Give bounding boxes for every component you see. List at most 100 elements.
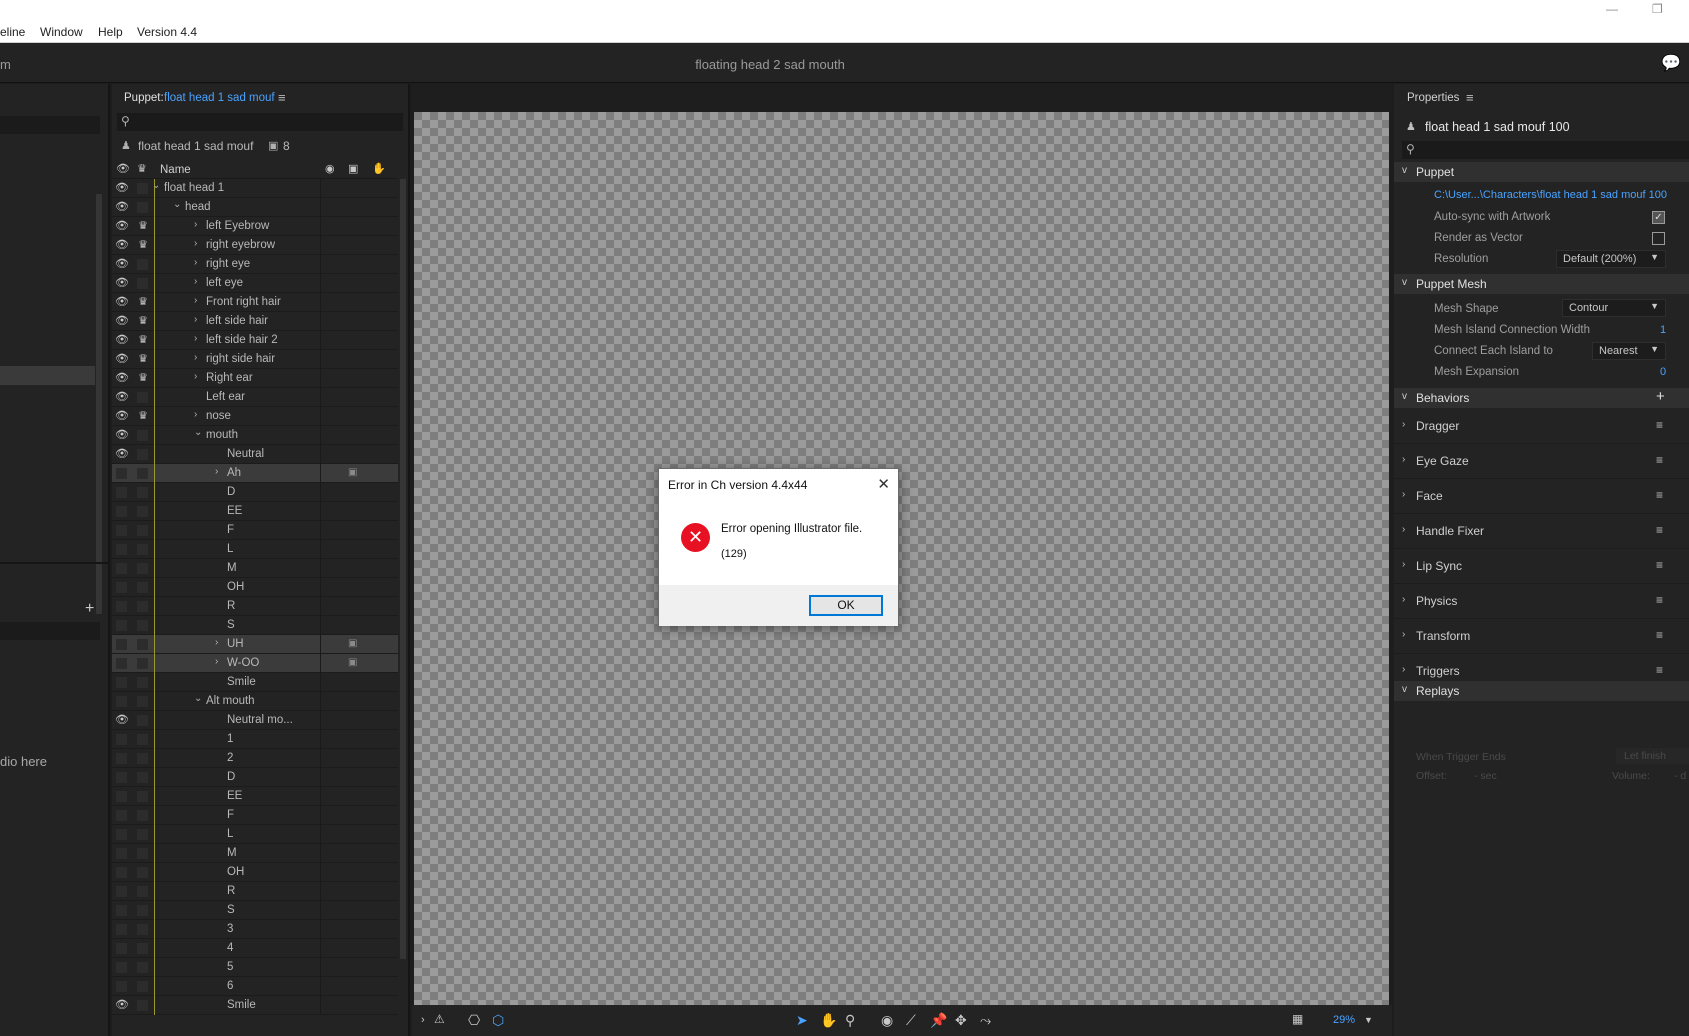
behavior-physics[interactable]: › Physics ≡: [1394, 584, 1689, 619]
eye-icon[interactable]: 👁: [115, 257, 129, 271]
menu-version[interactable]: Version 4.4: [137, 25, 197, 39]
project-scrollbar[interactable]: [96, 194, 102, 614]
tag-icon[interactable]: ▣: [348, 638, 357, 649]
zoom-chevron-down-icon[interactable]: ▼: [1364, 1015, 1373, 1025]
independent-toggle[interactable]: [137, 525, 148, 536]
audio-search-input[interactable]: [0, 622, 100, 640]
visibility-toggle[interactable]: [116, 525, 127, 536]
eye-icon[interactable]: 👁: [115, 276, 129, 290]
independent-toggle[interactable]: [137, 601, 148, 612]
independent-toggle[interactable]: [137, 582, 148, 593]
layer-row[interactable]: R: [112, 597, 398, 616]
pin-tool-icon[interactable]: 📌: [930, 1012, 947, 1029]
independent-toggle[interactable]: [137, 905, 148, 916]
layer-row[interactable]: 👁 ⌄ float head 1: [112, 179, 398, 198]
layer-row[interactable]: 👁 ⌄ head: [112, 198, 398, 217]
layer-row[interactable]: 👁 ♛ › Right ear: [112, 369, 398, 388]
behavior-lip-sync[interactable]: › Lip Sync ≡: [1394, 549, 1689, 584]
eye-icon[interactable]: 👁: [115, 447, 129, 461]
behavior-menu-icon[interactable]: ≡: [1656, 523, 1663, 537]
eye-icon[interactable]: 👁: [115, 352, 129, 366]
mesh-icon[interactable]: ⬡: [492, 1012, 504, 1029]
chevron-right-icon[interactable]: ›: [194, 257, 197, 268]
visibility-toggle[interactable]: [116, 810, 127, 821]
let-finish-dropdown[interactable]: Let finish: [1616, 748, 1689, 764]
layer-row[interactable]: D: [112, 768, 398, 787]
layer-row[interactable]: 👁 ♛ › left side hair: [112, 312, 398, 331]
eye-icon[interactable]: 👁: [115, 181, 129, 195]
visibility-toggle[interactable]: [116, 848, 127, 859]
properties-search-input[interactable]: ⚲: [1402, 141, 1689, 159]
behavior-menu-icon[interactable]: ≡: [1656, 558, 1663, 572]
independent-toggle[interactable]: [137, 753, 148, 764]
warning-icon[interactable]: ⚠: [434, 1012, 445, 1026]
independent-toggle[interactable]: [137, 943, 148, 954]
handle-tool-icon[interactable]: ✥: [955, 1012, 967, 1029]
eye-icon[interactable]: 👁: [115, 390, 129, 404]
render-vector-checkbox[interactable]: [1652, 232, 1665, 245]
add-audio-button[interactable]: +: [85, 600, 94, 618]
tag-icon[interactable]: ▣: [348, 467, 357, 478]
independent-toggle[interactable]: [137, 392, 148, 403]
chat-icon[interactable]: 💬: [1661, 53, 1681, 73]
layer-row[interactable]: 👁 ♛ › Front right hair: [112, 293, 398, 312]
chevron-right-icon[interactable]: ›: [194, 276, 197, 287]
visibility-toggle[interactable]: [116, 734, 127, 745]
chevron-right-icon[interactable]: ›: [194, 295, 197, 306]
eye-icon[interactable]: 👁: [115, 200, 129, 214]
chevron-right-icon[interactable]: ›: [1402, 419, 1405, 430]
visibility-toggle[interactable]: [116, 544, 127, 555]
independent-toggle[interactable]: [137, 1000, 148, 1011]
transparency-toggle-icon[interactable]: ▦: [1292, 1012, 1303, 1026]
select-tool-icon[interactable]: ➤: [796, 1012, 808, 1029]
crown-icon[interactable]: ♛: [136, 409, 150, 423]
layer-row[interactable]: F: [112, 806, 398, 825]
visibility-toggle[interactable]: [116, 829, 127, 840]
visibility-toggle[interactable]: [116, 601, 127, 612]
zoom-level[interactable]: 29%: [1333, 1014, 1355, 1026]
independent-toggle[interactable]: [137, 696, 148, 707]
layer-row[interactable]: 👁 ♛ › right side hair: [112, 350, 398, 369]
layer-row[interactable]: 👁 ⌄ mouth: [112, 426, 398, 445]
dangle-tool-icon[interactable]: ⤳: [980, 1012, 991, 1029]
behavior-menu-icon[interactable]: ≡: [1656, 593, 1663, 607]
chevron-down-icon[interactable]: ⌄: [152, 180, 160, 191]
visibility-toggle[interactable]: [116, 639, 127, 650]
independent-toggle[interactable]: [137, 962, 148, 973]
layer-row[interactable]: 👁 Smile: [112, 996, 398, 1015]
layer-row[interactable]: M: [112, 559, 398, 578]
independent-toggle[interactable]: [137, 886, 148, 897]
eye-icon[interactable]: 👁: [115, 998, 129, 1012]
zoom-tool-icon[interactable]: ⚲: [845, 1012, 855, 1029]
behavior-handle-fixer[interactable]: › Handle Fixer ≡: [1394, 514, 1689, 549]
menu-window[interactable]: Window: [40, 25, 83, 39]
layer-row[interactable]: 👁 Left ear: [112, 388, 398, 407]
independent-toggle[interactable]: [137, 981, 148, 992]
chevron-right-icon[interactable]: ›: [1402, 629, 1405, 640]
visibility-toggle[interactable]: [116, 962, 127, 973]
section-puppet[interactable]: v Puppet: [1394, 162, 1689, 182]
chevron-right-icon[interactable]: ›: [1402, 454, 1405, 465]
layer-row[interactable]: L: [112, 540, 398, 559]
chevron-right-icon[interactable]: ›: [1402, 594, 1405, 605]
layer-row[interactable]: F: [112, 521, 398, 540]
independent-toggle[interactable]: [137, 658, 148, 669]
independent-toggle[interactable]: [137, 867, 148, 878]
layer-row[interactable]: 6: [112, 977, 398, 996]
eye-icon[interactable]: 👁: [115, 428, 129, 442]
layer-row[interactable]: 👁 › right eye: [112, 255, 398, 274]
independent-toggle[interactable]: [137, 487, 148, 498]
puppet-search-input[interactable]: ⚲: [117, 113, 403, 131]
hand-tool-icon[interactable]: ✋: [820, 1012, 837, 1029]
crown-icon[interactable]: ♛: [136, 352, 150, 366]
independent-toggle[interactable]: [137, 506, 148, 517]
layer-scrollbar[interactable]: [400, 179, 406, 959]
visibility-toggle[interactable]: [116, 886, 127, 897]
visibility-toggle[interactable]: [116, 905, 127, 916]
behavior-face[interactable]: › Face ≡: [1394, 479, 1689, 514]
puppet-file-path-link[interactable]: C:\User...\Characters\float head 1 sad m…: [1434, 189, 1667, 201]
behavior-menu-icon[interactable]: ≡: [1656, 488, 1663, 502]
chevron-right-icon[interactable]: ›: [215, 466, 218, 477]
origin-tool-icon[interactable]: ◉: [881, 1012, 893, 1029]
independent-toggle[interactable]: [137, 715, 148, 726]
